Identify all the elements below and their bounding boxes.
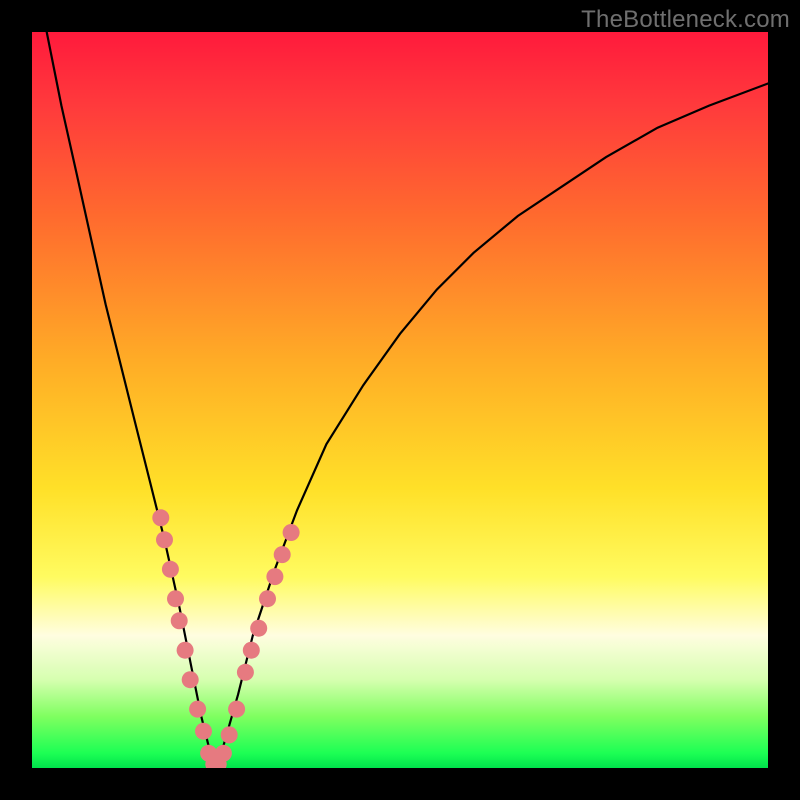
bottleneck-curve [32,32,768,768]
watermark-text: TheBottleneck.com [581,6,790,34]
curve-marker [189,701,206,718]
curve-marker [228,701,245,718]
curve-marker [243,642,260,659]
plot-area [32,32,768,768]
curve-marker [237,664,254,681]
curve-marker [283,524,300,541]
curve-marker [215,745,232,762]
curve-marker [162,561,179,578]
curve-marker [266,568,283,585]
curve-marker [152,509,169,526]
curve-marker [274,546,291,563]
curve-markers [152,509,299,768]
chart-frame: TheBottleneck.com [0,0,800,800]
curve-marker [167,590,184,607]
plot-svg [32,32,768,768]
curve-marker [177,642,194,659]
curve-marker [182,671,199,688]
curve-marker [171,612,188,629]
curve-marker [156,531,173,548]
curve-marker [221,726,238,743]
curve-marker [195,723,212,740]
curve-marker [259,590,276,607]
curve-marker [250,620,267,637]
